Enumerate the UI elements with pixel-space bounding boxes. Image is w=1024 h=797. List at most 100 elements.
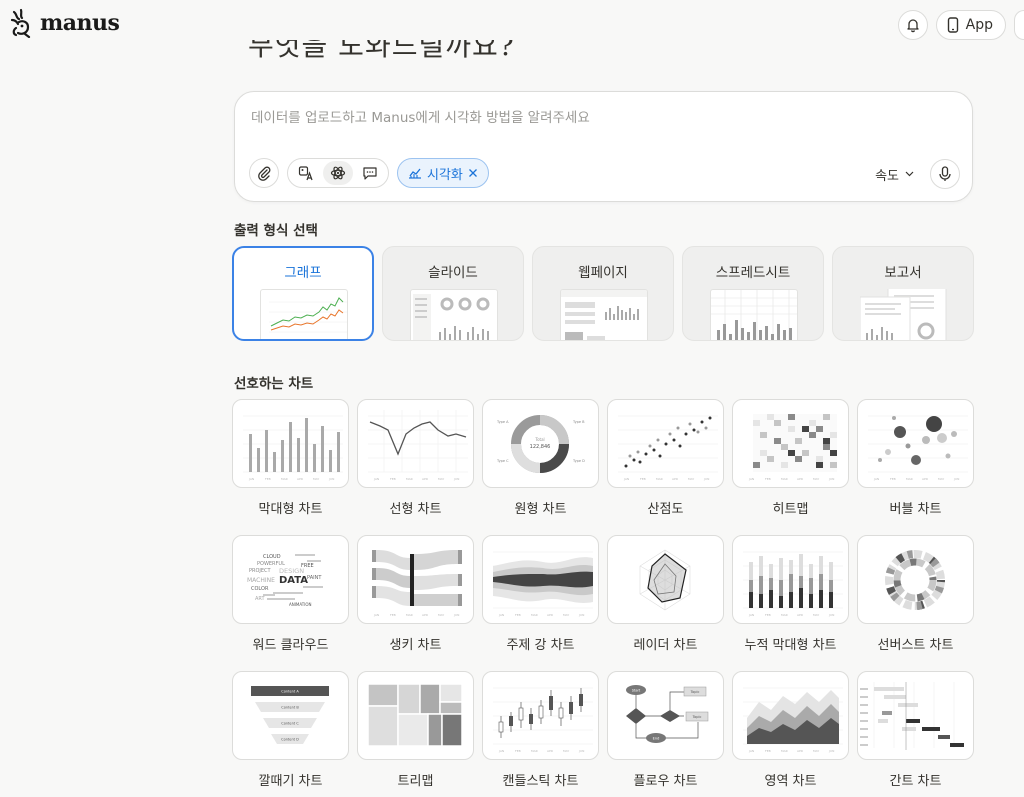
svg-text:JUN: JUN	[828, 613, 834, 617]
svg-text:JUN: JUN	[453, 613, 459, 617]
app-button-label: App	[965, 17, 993, 33]
chart-option-label: 영역 차트	[764, 774, 817, 789]
chart-option-sunburst[interactable]: 선버스트 차트	[857, 535, 974, 653]
svg-text:MAY: MAY	[563, 613, 569, 617]
svg-text:APR: APR	[422, 477, 428, 481]
chart-option-flow[interactable]: Start Topic Topic End 플로우 차트	[607, 671, 724, 789]
app-button[interactable]: App	[935, 10, 1006, 40]
chart-option-label: 산점도	[647, 502, 684, 517]
slides-preview	[410, 289, 498, 340]
treemap-icon	[357, 671, 474, 760]
message-composer[interactable]: 데이터를 업로드하고 Manus에게 시각화 방법을 알려주세요 시각화 속도	[234, 91, 973, 202]
stacked-bar-icon: JAN FEB MAR APR MAY JUN	[732, 535, 849, 624]
format-option-webpage[interactable]: 웹페이지	[532, 246, 674, 341]
svg-text:APR: APR	[922, 477, 928, 481]
message-input[interactable]: 데이터를 업로드하고 Manus에게 시각화 방법을 알려주세요	[251, 106, 590, 126]
chart-line-icon	[409, 168, 421, 179]
format-option-spreadsheet[interactable]: 스프레드시트	[682, 246, 824, 341]
svg-text:JAN: JAN	[748, 613, 754, 617]
chart-option-radar[interactable]: 레이더 차트	[607, 535, 724, 653]
svg-text:APR: APR	[547, 749, 553, 753]
format-option-graph[interactable]: 그래프	[232, 246, 374, 341]
svg-text:MAR: MAR	[406, 613, 413, 617]
svg-text:FEB: FEB	[890, 477, 896, 481]
visualization-chip[interactable]: 시각화	[397, 158, 489, 188]
chart-option-word-cloud[interactable]: CLOUD POWERFUL FREE PROJECT DESIGN MACHI…	[232, 535, 349, 653]
chart-option-label: 트리맵	[397, 774, 434, 789]
line-chart-icon: JAN FEB MAR APR MAY JUN	[357, 399, 474, 488]
scatter-chart-icon: JAN FEB MAR APR MAY JUN	[607, 399, 724, 488]
funnel-label: Content C	[281, 722, 299, 726]
word-cloud-word: DESIGN	[279, 567, 304, 575]
image-text-icon	[298, 166, 313, 181]
chart-option-label: 선형 차트	[389, 502, 442, 517]
chart-option-bar[interactable]: JAN FEB MAR APR MAY JUN 막대형 차트	[232, 399, 349, 517]
report-preview	[859, 286, 948, 340]
sankey-chart-icon: JAN FEB MAR APR MAY JUN	[357, 535, 474, 624]
chat-mode-button[interactable]	[355, 161, 385, 185]
candlestick-icon: JAN FEB MAR APR MAY JUN	[482, 671, 599, 760]
chart-option-stacked-bar[interactable]: JAN FEB MAR APR MAY JUN 누적 막대형 차트	[732, 535, 849, 653]
svg-text:FEB: FEB	[390, 477, 396, 481]
heatmap-icon: JAN FEB MAR APR MAY JUN	[732, 399, 849, 488]
chart-option-label: 생키 차트	[389, 638, 442, 653]
chart-option-label: 워드 클라우드	[252, 638, 329, 653]
chart-option-line[interactable]: JAN FEB MAR APR MAY JUN 선형 차트	[357, 399, 474, 517]
radar-chart-icon	[607, 535, 724, 624]
chart-option-sankey[interactable]: JAN FEB MAR APR MAY JUN 생키 차트	[357, 535, 474, 653]
svg-text:MAY: MAY	[688, 477, 694, 481]
svg-text:MAY: MAY	[938, 477, 944, 481]
gantt-chart-icon	[857, 671, 974, 760]
theme-river-icon: JAN FEB MAR APR MAY JUN	[482, 535, 599, 624]
agent-mode-button[interactable]	[323, 161, 353, 185]
format-option-slides[interactable]: 슬라이드	[382, 246, 524, 341]
chart-option-funnel[interactable]: Content A Content B Content C Content D …	[232, 671, 349, 789]
chart-option-heatmap[interactable]: JAN FEB MAR APR MAY JUN 히트맵	[732, 399, 849, 517]
close-icon[interactable]	[468, 168, 478, 178]
donut-center-label: Total	[534, 437, 544, 442]
phone-icon	[947, 17, 958, 33]
chart-option-treemap[interactable]: 트리맵	[357, 671, 474, 789]
image-mode-button[interactable]	[291, 161, 321, 185]
chart-option-label: 깔때기 차트	[258, 774, 323, 789]
chart-option-label: 간트 차트	[889, 774, 942, 789]
chart-option-label: 레이더 차트	[633, 638, 698, 653]
microphone-icon	[939, 166, 951, 181]
format-option-report[interactable]: 보고서	[832, 246, 974, 341]
word-cloud-word: COLOR	[251, 586, 269, 592]
chart-option-bubble[interactable]: JAN FEB MAR APR MAY JUN 버블 차트	[857, 399, 974, 517]
donut-label: Type B	[572, 420, 585, 424]
svg-text:APR: APR	[422, 613, 428, 617]
chart-option-scatter[interactable]: JAN FEB MAR APR MAY JUN 산점도	[607, 399, 724, 517]
svg-text:MAR: MAR	[781, 613, 788, 617]
manus-logo[interactable]: manus	[8, 8, 120, 38]
voice-input-button[interactable]	[930, 159, 960, 189]
chat-bubble-icon	[363, 167, 377, 180]
notifications-button[interactable]	[897, 10, 928, 40]
speed-dropdown[interactable]: 속도	[875, 165, 914, 184]
word-cloud-word: ART	[255, 596, 266, 602]
sunburst-chart-icon	[857, 535, 974, 624]
svg-text:FEB: FEB	[265, 477, 271, 481]
svg-text:JAN: JAN	[373, 477, 379, 481]
visualization-chip-label: 시각화	[427, 167, 463, 183]
page-heading: 무엇을 도와드릴까요?	[248, 40, 515, 62]
svg-text:JUN: JUN	[828, 477, 834, 481]
bubble-chart-icon: JAN FEB MAR APR MAY JUN	[857, 399, 974, 488]
flow-chart-icon: Start Topic Topic End	[607, 671, 724, 760]
format-option-label: 웹페이지	[578, 265, 628, 281]
attach-button[interactable]	[249, 158, 279, 188]
chart-option-area[interactable]: JAN FEB MAR APR MAY JUN 영역 차트	[732, 671, 849, 789]
funnel-label: Content B	[281, 706, 299, 710]
avatar-button[interactable]	[1014, 10, 1024, 40]
mode-toggle-group	[287, 158, 389, 188]
flow-node-label: Topic	[690, 690, 700, 694]
chart-option-pie[interactable]: Total 122,846 Type A Type B Type C Type …	[482, 399, 599, 517]
chart-option-gantt[interactable]: 간트 차트	[857, 671, 974, 789]
svg-text:MAR: MAR	[531, 613, 538, 617]
format-option-label: 그래프	[284, 265, 322, 281]
chart-option-theme-river[interactable]: JAN FEB MAR APR MAY JUN 주제 강 차트	[482, 535, 599, 653]
chart-option-candlestick[interactable]: JAN FEB MAR APR MAY JUN 캔들스틱 차트	[482, 671, 599, 789]
svg-text:MAR: MAR	[656, 477, 663, 481]
chart-type-grid: JAN FEB MAR APR MAY JUN 막대형 차트 JAN FEB MAR APR MA…	[232, 399, 974, 789]
